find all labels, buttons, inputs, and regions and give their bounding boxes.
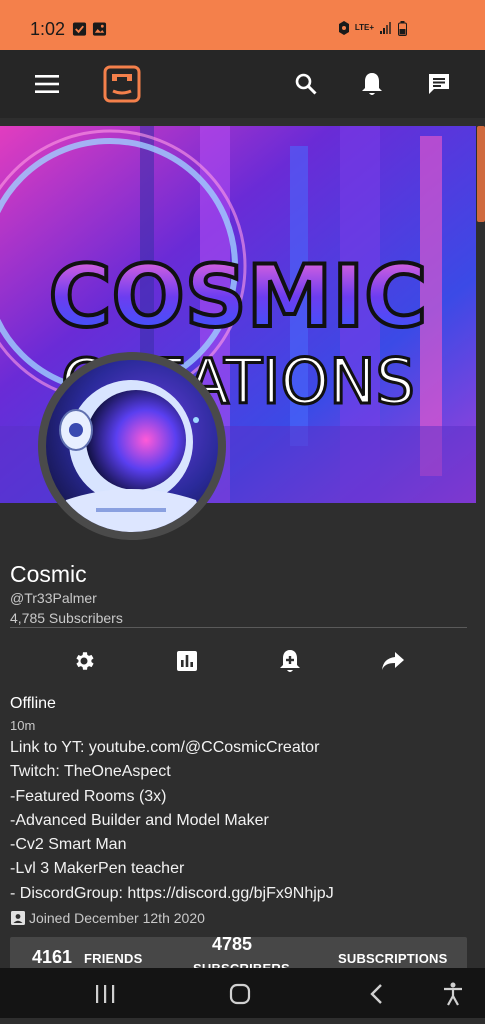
back-icon — [370, 984, 382, 1004]
banner-title: COSMIC — [49, 247, 428, 347]
settings-button[interactable] — [64, 644, 104, 678]
accessibility-icon — [444, 982, 462, 1006]
share-icon — [382, 652, 404, 670]
checkbox-notification-icon — [72, 22, 87, 36]
astronaut-avatar-image — [46, 360, 218, 532]
profile-handle: @Tr33Palmer — [10, 590, 97, 606]
signal-icon — [380, 22, 391, 34]
badge-icon — [11, 911, 25, 925]
bio-line: Twitch: TheOneAspect — [10, 763, 171, 781]
divider — [10, 627, 467, 628]
joined-date: Joined December 12th 2020 — [10, 910, 205, 926]
bio-line[interactable]: Link to YT: youtube.com/@CCosmicCreator — [10, 736, 334, 760]
status-indicators: LTE+ — [338, 20, 407, 36]
battery-icon — [398, 20, 407, 36]
friends-label: FRIENDS — [84, 951, 143, 966]
gear-icon — [76, 652, 94, 670]
back-button[interactable] — [360, 980, 392, 1008]
friends-count: 4161 — [32, 947, 73, 967]
avatar[interactable] — [46, 360, 218, 532]
share-button[interactable] — [373, 644, 413, 678]
image-notification-icon — [92, 22, 107, 36]
rec-room-logo — [103, 65, 141, 103]
subscriptions-label: SUBSCRIPTIONS — [338, 951, 448, 966]
bio-line: -Lvl 3 MakerPen teacher — [10, 860, 185, 878]
bio-line: -Cv2 Smart Man — [10, 836, 127, 854]
profile-name: Cosmic — [10, 561, 87, 587]
status-bar: 1:02 LTE+ — [0, 0, 485, 50]
bell-icon — [362, 73, 382, 95]
subscribers-count: 4785 — [212, 937, 253, 954]
system-nav-bar — [0, 968, 485, 1018]
recent-apps-button[interactable] — [89, 980, 121, 1008]
chat-icon — [429, 74, 449, 94]
menu-button[interactable] — [27, 64, 67, 104]
profile-bio: Link to YT: youtube.com/@CCosmicCreator … — [10, 736, 334, 906]
top-app-bar — [0, 50, 485, 118]
bio-line: -Featured Rooms (3x) — [10, 787, 167, 805]
status-time: 1:02 — [30, 19, 66, 39]
accessibility-button[interactable] — [437, 980, 469, 1008]
bio-line[interactable]: - DiscordGroup: https://discord.gg/bjFx9… — [10, 882, 334, 906]
search-icon — [295, 73, 317, 95]
network-type: LTE+ — [354, 23, 374, 32]
bell-plus-icon — [280, 650, 300, 672]
messages-button[interactable] — [419, 64, 459, 104]
data-saver-icon — [338, 21, 349, 35]
joined-text: Joined December 12th 2020 — [29, 910, 205, 926]
notifications-button[interactable] — [352, 64, 392, 104]
home-icon — [229, 983, 251, 1005]
scrollbar-thumb[interactable] — [477, 126, 485, 222]
search-button[interactable] — [286, 64, 326, 104]
subscribe-button[interactable] — [270, 644, 310, 678]
subscriber-count: 4,785 Subscribers — [10, 610, 123, 626]
bio-line: -Advanced Builder and Model Maker — [10, 811, 269, 829]
home-button[interactable] — [224, 980, 256, 1008]
bar-chart-icon — [177, 651, 197, 671]
app-root: 1:02 LTE+ COSMIC CREATIONS Cosmic @Tr33P… — [0, 0, 485, 1024]
menu-icon — [35, 75, 59, 93]
home-logo-button[interactable] — [102, 64, 142, 104]
stats-button[interactable] — [167, 644, 207, 678]
recent-apps-icon — [96, 985, 115, 1003]
last-seen: 10m — [10, 718, 36, 733]
online-status: Offline — [10, 695, 56, 712]
